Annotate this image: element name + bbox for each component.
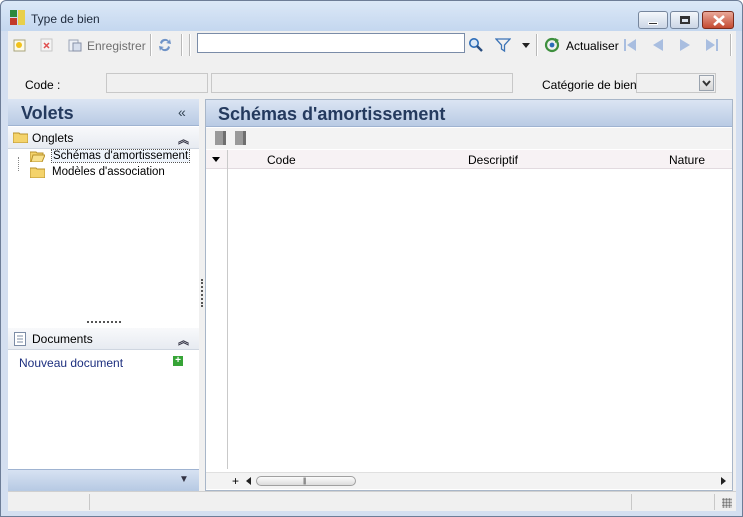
- scrollbar-thumb[interactable]: |||: [256, 476, 356, 486]
- main-toolbar: Enregistrer Actualiser: [8, 31, 736, 59]
- refresh-arrows-icon[interactable]: [157, 37, 173, 53]
- close-button[interactable]: [702, 11, 734, 29]
- folder-icon: [13, 132, 28, 143]
- code-field[interactable]: [106, 73, 208, 93]
- funnel-icon[interactable]: [495, 37, 511, 53]
- toolbar-separator: [730, 34, 732, 56]
- next-record-icon[interactable]: [678, 38, 692, 52]
- app-window: Type de bien Enregistrer Actualiser Code…: [0, 0, 743, 517]
- status-cell: [89, 494, 90, 510]
- search-input[interactable]: [197, 33, 465, 53]
- document-icon: [14, 332, 26, 346]
- new-document-link[interactable]: Nouveau document: [19, 356, 123, 370]
- tab-item-label: Schémas d'amortissement: [50, 149, 191, 163]
- minimize-button[interactable]: [638, 11, 668, 29]
- status-cell: [631, 494, 632, 510]
- tabs-section-header[interactable]: Onglets ︽: [8, 127, 199, 149]
- panels-footer: ▼: [8, 469, 199, 491]
- chevron-down-icon: [702, 80, 711, 87]
- detail-header: Schémas d'amortissement: [206, 100, 732, 127]
- record-fields-row: Code : Catégorie de bien :: [8, 67, 736, 95]
- detail-title: Schémas d'amortissement: [218, 104, 446, 124]
- window-title: Type de bien: [31, 12, 100, 26]
- refresh-circle-icon[interactable]: [544, 37, 560, 53]
- column-chooser-icon[interactable]: [212, 157, 220, 162]
- folder-open-icon: [30, 151, 45, 162]
- category-select[interactable]: [636, 73, 716, 93]
- description-field[interactable]: [211, 73, 513, 93]
- previous-record-icon[interactable]: [651, 38, 665, 52]
- column-header-descriptif[interactable]: Descriptif: [468, 153, 518, 167]
- add-row-icon[interactable]: [215, 131, 226, 145]
- panels-header: Volets «: [8, 99, 199, 126]
- panels-title: Volets: [21, 103, 74, 123]
- expand-more-icon[interactable]: ▼: [179, 474, 189, 485]
- section-splitter[interactable]: [87, 321, 121, 323]
- tabs-section-title: Onglets: [32, 131, 74, 145]
- toolbar-separator: [150, 34, 152, 56]
- minimize-icon: [648, 22, 658, 25]
- column-header-code[interactable]: Code: [267, 153, 296, 167]
- documents-section-header[interactable]: Documents ︽: [8, 328, 199, 350]
- detail-pane: Schémas d'amortissement Code Descriptif …: [205, 99, 733, 491]
- title-bar[interactable]: Type de bien: [1, 1, 742, 31]
- folder-icon: [30, 167, 45, 178]
- remove-row-icon[interactable]: [235, 131, 246, 145]
- maximize-icon: [680, 16, 690, 24]
- maximize-button[interactable]: [670, 11, 699, 29]
- magnifier-icon[interactable]: [468, 37, 484, 53]
- scroll-left-icon[interactable]: [246, 477, 251, 485]
- collapse-section-icon[interactable]: ︽: [178, 332, 189, 348]
- column-header-nature[interactable]: Nature: [669, 153, 705, 167]
- grid-header: Code Descriptif Nature: [206, 150, 732, 169]
- toolbar-separator: [189, 34, 191, 56]
- grid-body[interactable]: [229, 170, 732, 469]
- last-record-icon[interactable]: [705, 38, 719, 52]
- category-dropdown-button[interactable]: [699, 75, 714, 91]
- first-record-icon[interactable]: [623, 38, 637, 52]
- save-icon[interactable]: [67, 37, 83, 53]
- panels-sidebar: Volets « Onglets ︽ Schémas d'amortisseme…: [8, 99, 199, 491]
- chevron-down-icon[interactable]: [520, 39, 532, 51]
- category-label: Catégorie de bien :: [542, 78, 644, 92]
- expand-icon[interactable]: +: [232, 474, 239, 488]
- status-cell: [714, 494, 715, 510]
- pane-splitter[interactable]: [201, 279, 203, 307]
- tab-item-label: Modèles d'association: [52, 166, 165, 178]
- resize-grip-icon[interactable]: [722, 498, 732, 508]
- tree-connector: [18, 157, 19, 171]
- app-icon: [10, 10, 25, 25]
- delete-icon[interactable]: [39, 37, 55, 53]
- collapse-section-icon[interactable]: ︽: [178, 131, 189, 147]
- add-document-icon[interactable]: +: [173, 356, 183, 366]
- close-icon: [713, 15, 725, 26]
- grid-toolbar: [206, 128, 732, 149]
- toolbar-separator: [536, 34, 538, 56]
- horizontal-scrollbar[interactable]: + |||: [206, 472, 732, 489]
- collapse-panel-icon[interactable]: «: [178, 104, 186, 120]
- documents-section-title: Documents: [32, 332, 93, 346]
- save-button[interactable]: Enregistrer: [87, 39, 146, 53]
- new-record-icon[interactable]: [12, 37, 28, 53]
- refresh-button[interactable]: Actualiser: [566, 39, 619, 53]
- scroll-right-icon[interactable]: [721, 477, 726, 485]
- toolbar-separator: [181, 34, 183, 56]
- client-area: Enregistrer Actualiser Code: Catégorie …: [8, 31, 736, 511]
- code-label: Code :: [25, 78, 61, 92]
- status-bar: [8, 491, 736, 511]
